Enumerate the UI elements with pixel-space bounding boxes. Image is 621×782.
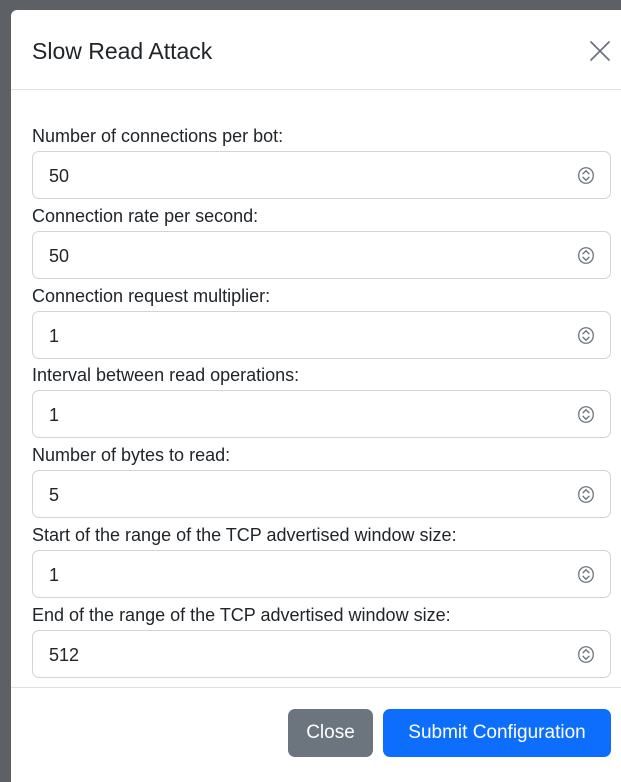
modal-title: Slow Read Attack (32, 38, 213, 64)
connections-per-bot-input[interactable]: 50 (32, 151, 611, 199)
number-spinner-icon[interactable] (578, 566, 594, 583)
bytes-to-read-label: Number of bytes to read: (32, 445, 231, 465)
request-multiplier-value: 1 (49, 326, 60, 346)
modal-header: Slow Read Attack (11, 10, 621, 90)
read-interval-value: 1 (49, 405, 60, 425)
connections-per-bot-value: 50 (49, 166, 70, 186)
request-multiplier-input[interactable]: 1 (32, 311, 611, 359)
connections-per-bot-label: Number of connections per bot: (32, 126, 284, 146)
number-spinner-icon[interactable] (578, 327, 594, 344)
window-size-end-label: End of the range of the TCP advertised w… (32, 605, 451, 625)
modal-footer: Close Submit Configuration (11, 687, 621, 782)
window-size-end-value: 512 (49, 645, 80, 665)
bytes-to-read-value: 5 (49, 485, 60, 505)
number-spinner-icon[interactable] (578, 167, 594, 184)
number-spinner-icon[interactable] (578, 247, 594, 264)
request-multiplier-label: Connection request multiplier: (32, 286, 271, 306)
connection-rate-input[interactable]: 50 (32, 231, 611, 279)
window-size-start-input[interactable]: 1 (32, 550, 611, 598)
close-button[interactable]: Close (288, 709, 373, 757)
number-spinner-icon[interactable] (578, 486, 594, 503)
window-size-end-input[interactable]: 512 (32, 630, 611, 678)
window-size-start-value: 1 (49, 565, 60, 585)
window-size-start-label: Start of the range of the TCP advertised… (32, 525, 457, 545)
read-interval-input[interactable]: 1 (32, 390, 611, 438)
connection-rate-label: Connection rate per second: (32, 206, 259, 226)
submit-configuration-button[interactable]: Submit Configuration (383, 709, 611, 757)
slow-read-attack-modal: Slow Read Attack Number of connections p… (11, 10, 621, 782)
connection-rate-value: 50 (49, 246, 70, 266)
modal-body: Number of connections per bot: 50 Connec… (11, 90, 621, 687)
close-icon[interactable] (589, 40, 611, 62)
bytes-to-read-input[interactable]: 5 (32, 470, 611, 518)
read-interval-label: Interval between read operations: (32, 365, 300, 385)
number-spinner-icon[interactable] (578, 406, 594, 423)
number-spinner-icon[interactable] (578, 646, 594, 663)
